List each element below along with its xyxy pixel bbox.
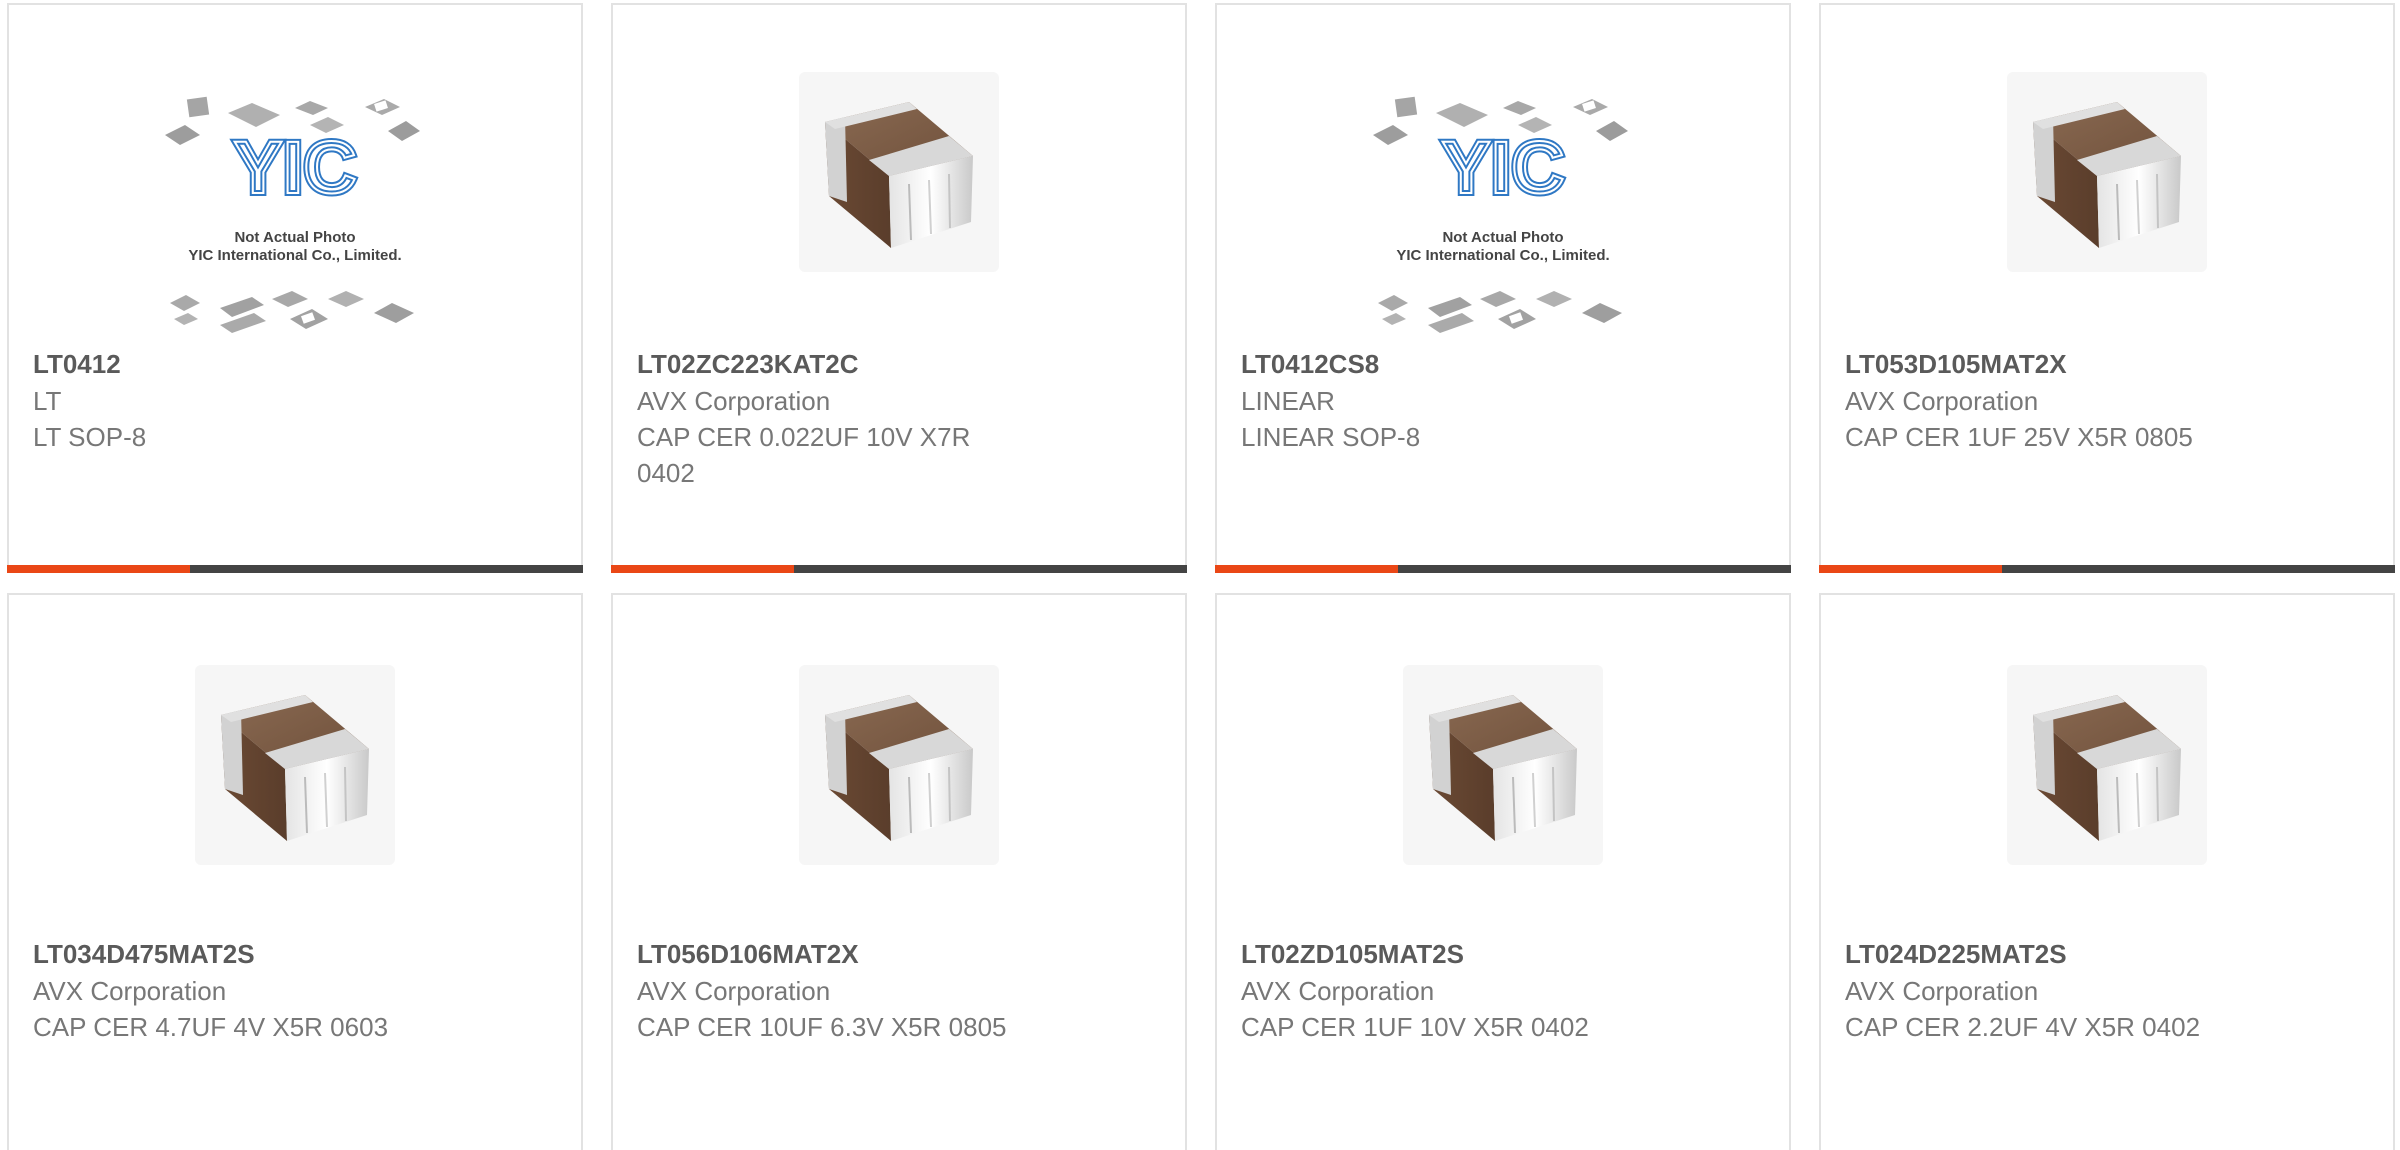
part-number[interactable]: LT0412 xyxy=(33,345,557,383)
manufacturer: AVX Corporation xyxy=(1845,976,2039,1006)
photo-caption: Not Actual Photo xyxy=(234,229,356,246)
yic-logo-icon xyxy=(160,93,430,338)
capacitor-icon xyxy=(799,72,999,272)
product-photo[interactable]: Not Actual Photo YIC International Co., … xyxy=(160,93,430,338)
product-photo[interactable] xyxy=(799,72,999,272)
manufacturer: AVX Corporation xyxy=(1845,386,2039,416)
accent-bar xyxy=(7,565,190,573)
manufacturer: LT xyxy=(33,386,62,416)
capacitor-icon xyxy=(2007,72,2207,272)
product-info: LT053D105MAT2X AVX Corporation CAP CER 1… xyxy=(1845,345,2369,455)
yic-logo-icon xyxy=(1368,93,1638,338)
description: CAP CER 4.7UF 4V X5R 0603 xyxy=(33,1012,389,1042)
product-info: LT024D225MAT2S AVX Corporation CAP CER 2… xyxy=(1845,935,2369,1045)
manufacturer: AVX Corporation xyxy=(1241,976,1435,1006)
part-number[interactable]: LT024D225MAT2S xyxy=(1845,935,2369,973)
manufacturer: AVX Corporation xyxy=(33,976,227,1006)
part-number[interactable]: LT02ZC223KAT2C xyxy=(637,345,1161,383)
product-card[interactable]: LT056D106MAT2X AVX Corporation CAP CER 1… xyxy=(611,593,1187,1150)
description: CAP CER 1UF 25V X5R 0805 xyxy=(1845,422,2193,452)
part-number[interactable]: LT056D106MAT2X xyxy=(637,935,1161,973)
product-card[interactable]: LT024D225MAT2S AVX Corporation CAP CER 2… xyxy=(1819,593,2395,1150)
photo-caption: YIC International Co., Limited. xyxy=(188,247,402,264)
product-photo[interactable] xyxy=(195,665,395,865)
capacitor-icon xyxy=(2007,665,2207,865)
card-bottom-bar xyxy=(1819,565,2395,573)
product-card[interactable]: Not Actual Photo YIC International Co., … xyxy=(7,3,583,573)
product-card[interactable]: LT02ZC223KAT2C AVX Corporation CAP CER 0… xyxy=(611,3,1187,573)
product-card[interactable]: LT02ZD105MAT2S AVX Corporation CAP CER 1… xyxy=(1215,593,1791,1150)
photo-caption: Not Actual Photo xyxy=(1442,229,1564,246)
accent-bar xyxy=(611,565,794,573)
description: CAP CER 1UF 10V X5R 0402 xyxy=(1241,1012,1589,1042)
product-info: LT0412CS8 LINEAR LINEAR SOP-8 xyxy=(1241,345,1765,455)
product-info: LT056D106MAT2X AVX Corporation CAP CER 1… xyxy=(637,935,1161,1045)
product-info: LT02ZC223KAT2C AVX Corporation CAP CER 0… xyxy=(637,345,1161,491)
part-number[interactable]: LT0412CS8 xyxy=(1241,345,1765,383)
product-photo[interactable] xyxy=(799,665,999,865)
accent-bar xyxy=(1215,565,1398,573)
part-number[interactable]: LT034D475MAT2S xyxy=(33,935,557,973)
product-grid: Not Actual Photo YIC International Co., … xyxy=(0,0,2400,1150)
part-number[interactable]: LT02ZD105MAT2S xyxy=(1241,935,1765,973)
manufacturer: LINEAR xyxy=(1241,386,1335,416)
product-photo[interactable] xyxy=(2007,72,2207,272)
product-info: LT034D475MAT2S AVX Corporation CAP CER 4… xyxy=(33,935,557,1045)
capacitor-icon xyxy=(1403,665,1603,865)
product-photo[interactable] xyxy=(2007,665,2207,865)
product-photo[interactable]: Not Actual Photo YIC International Co., … xyxy=(1368,93,1638,338)
capacitor-icon xyxy=(799,665,999,865)
photo-caption: YIC International Co., Limited. xyxy=(1396,247,1610,264)
card-bottom-bar xyxy=(1215,565,1791,573)
product-card[interactable]: Not Actual Photo YIC International Co., … xyxy=(1215,3,1791,573)
description: LINEAR SOP-8 xyxy=(1241,422,1421,452)
card-bottom-bar xyxy=(7,565,583,573)
part-number[interactable]: LT053D105MAT2X xyxy=(1845,345,2369,383)
card-bottom-bar xyxy=(611,565,1187,573)
manufacturer: AVX Corporation xyxy=(637,976,831,1006)
product-card[interactable]: LT053D105MAT2X AVX Corporation CAP CER 1… xyxy=(1819,3,2395,573)
capacitor-icon xyxy=(195,665,395,865)
product-info: LT02ZD105MAT2S AVX Corporation CAP CER 1… xyxy=(1241,935,1765,1045)
accent-bar xyxy=(1819,565,2002,573)
description: CAP CER 2.2UF 4V X5R 0402 xyxy=(1845,1012,2201,1042)
product-photo[interactable] xyxy=(1403,665,1603,865)
manufacturer: AVX Corporation xyxy=(637,386,831,416)
product-info: LT0412 LT LT SOP-8 xyxy=(33,345,557,455)
description: CAP CER 10UF 6.3V X5R 0805 xyxy=(637,1012,1007,1042)
description: LT SOP-8 xyxy=(33,422,147,452)
product-card[interactable]: LT034D475MAT2S AVX Corporation CAP CER 4… xyxy=(7,593,583,1150)
description: CAP CER 0.022UF 10V X7R 0402 xyxy=(637,422,971,488)
